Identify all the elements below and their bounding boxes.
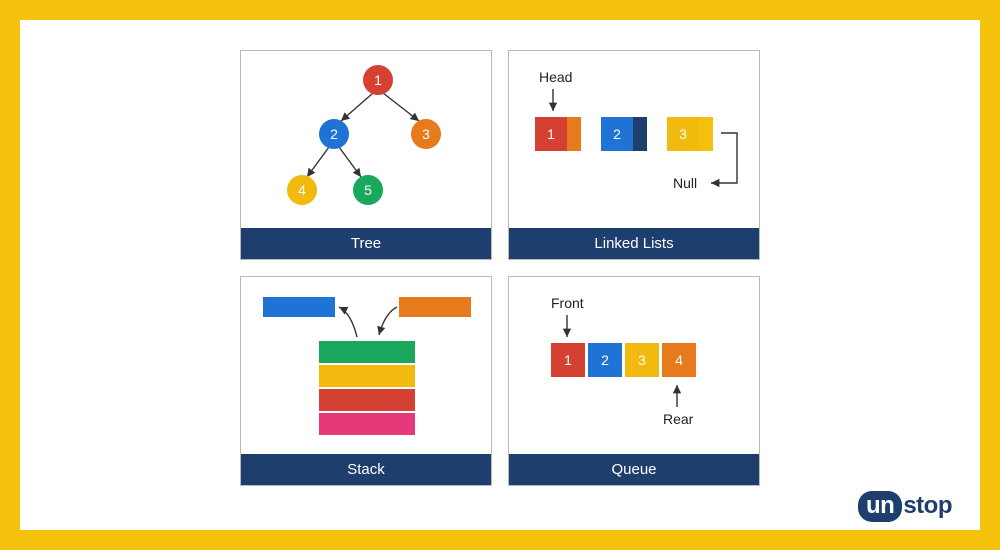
panel-queue: Front 1 2 3 4 Rear Queue <box>508 276 760 486</box>
ll-data: 2 <box>601 117 633 151</box>
node-label: 5 <box>364 182 372 198</box>
tree-node-3: 3 <box>411 119 441 149</box>
logo-prefix: un <box>858 491 902 522</box>
null-label: Null <box>673 175 697 191</box>
rear-label: Rear <box>663 411 693 427</box>
stack-body <box>241 277 491 454</box>
ll-data: 1 <box>535 117 567 151</box>
tree-node-4: 4 <box>287 175 317 205</box>
queue-cell-1: 1 <box>551 343 585 377</box>
stack-item-3 <box>319 389 415 411</box>
stack-item-4 <box>319 413 415 435</box>
panel-tree: 1 2 3 4 5 Tree <box>240 50 492 260</box>
node-label: 1 <box>374 72 382 88</box>
queue-cell-2: 2 <box>588 343 622 377</box>
ll-node-1: 1 <box>535 117 581 151</box>
node-label: 2 <box>330 126 338 142</box>
panel-title-linked-list: Linked Lists <box>509 228 759 259</box>
ll-data: 3 <box>667 117 699 151</box>
tree-node-5: 5 <box>353 175 383 205</box>
canvas: 1 2 3 4 5 Tree Head <box>20 20 980 530</box>
ll-node-2: 2 <box>601 117 647 151</box>
panel-linked-list: Head 1 2 <box>508 50 760 260</box>
panel-stack: Stack <box>240 276 492 486</box>
ll-pointer <box>699 117 713 151</box>
q-value: 1 <box>564 352 572 368</box>
tree-node-1: 1 <box>363 65 393 95</box>
stack-item-2 <box>319 365 415 387</box>
ll-pointer <box>567 117 581 151</box>
q-value: 2 <box>601 352 609 368</box>
diagram-grid: 1 2 3 4 5 Tree Head <box>240 20 760 486</box>
node-label: 3 <box>422 126 430 142</box>
ll-value: 3 <box>679 126 687 142</box>
node-label: 4 <box>298 182 306 198</box>
tree-node-2: 2 <box>319 119 349 149</box>
q-value: 3 <box>638 352 646 368</box>
q-value: 4 <box>675 352 683 368</box>
panel-title-stack: Stack <box>241 454 491 485</box>
queue-body: Front 1 2 3 4 Rear <box>509 277 759 454</box>
panel-title-queue: Queue <box>509 454 759 485</box>
unstop-logo: unstop <box>858 492 952 520</box>
panel-title-tree: Tree <box>241 228 491 259</box>
linked-list-body: Head 1 2 <box>509 51 759 228</box>
ll-node-3: 3 <box>667 117 713 151</box>
ll-value: 1 <box>547 126 555 142</box>
ll-pointer <box>633 117 647 151</box>
queue-cell-3: 3 <box>625 343 659 377</box>
ll-value: 2 <box>613 126 621 142</box>
queue-cell-4: 4 <box>662 343 696 377</box>
logo-suffix: stop <box>903 492 952 519</box>
stack-item-1 <box>319 341 415 363</box>
tree-body: 1 2 3 4 5 <box>241 51 491 228</box>
